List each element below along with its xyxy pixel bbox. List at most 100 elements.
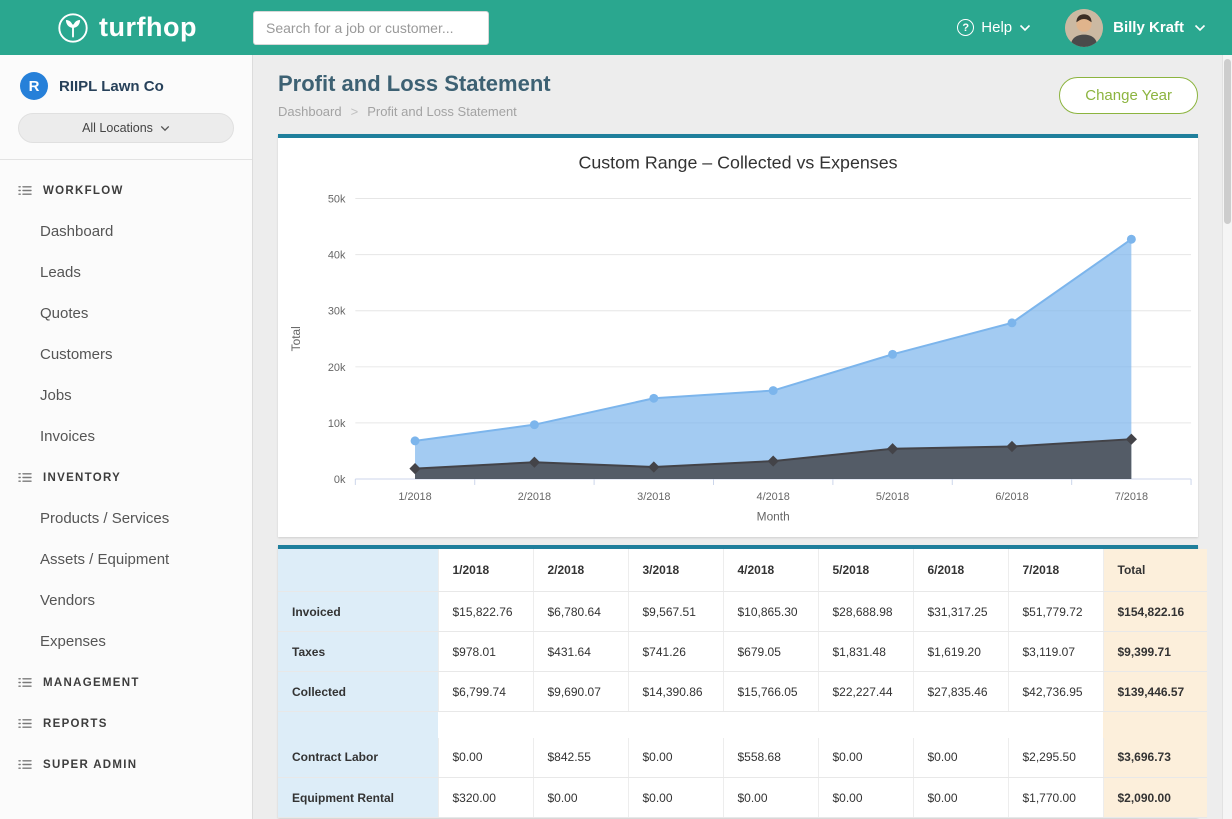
- y-axis-tick-label: 20k: [328, 362, 346, 374]
- area-series-collected: [415, 239, 1131, 479]
- sidebar-item-assets-equipment[interactable]: Assets / Equipment: [0, 539, 252, 580]
- sidebar-section-management[interactable]: MANAGEMENT: [0, 662, 252, 703]
- value-cell: [913, 712, 1008, 738]
- profit-loss-table: 1/20182/20183/20184/20185/20186/20187/20…: [278, 549, 1207, 819]
- sidebar: R RIIPL Lawn Co All Locations WORKFLOWDa…: [0, 55, 253, 819]
- avatar[interactable]: [1065, 9, 1103, 47]
- sidebar-item-invoices[interactable]: Invoices: [0, 416, 252, 457]
- row-label: Collected: [278, 672, 438, 712]
- user-name[interactable]: Billy Kraft: [1113, 19, 1184, 36]
- help-label: Help: [981, 19, 1012, 36]
- sidebar-item-expenses[interactable]: Expenses: [0, 621, 252, 662]
- table-card: 1/20182/20183/20184/20185/20186/20187/20…: [278, 545, 1198, 819]
- sidebar-item-leads[interactable]: Leads: [0, 252, 252, 293]
- value-cell: $0.00: [723, 778, 818, 818]
- value-cell: $9,690.07: [533, 672, 628, 712]
- column-header-7-2018: 7/2018: [1008, 549, 1103, 592]
- sidebar-item-jobs[interactable]: Jobs: [0, 375, 252, 416]
- value-cell: $741.26: [628, 632, 723, 672]
- row-label: Taxes: [278, 632, 438, 672]
- turfhop-logo[interactable]: turfhop: [0, 11, 253, 45]
- row-label: [278, 712, 438, 738]
- locations-dropdown[interactable]: All Locations: [18, 113, 234, 143]
- chevron-down-icon[interactable]: [1194, 19, 1206, 37]
- row-label: Contract Labor: [278, 738, 438, 778]
- sidebar-item-products-services[interactable]: Products / Services: [0, 498, 252, 539]
- column-header-total: Total: [1103, 549, 1207, 592]
- data-point-marker-collected[interactable]: [1127, 235, 1136, 244]
- value-cell: $842.55: [533, 738, 628, 778]
- x-axis-tick-label: 1/2018: [398, 491, 431, 503]
- sidebar-section-super-admin[interactable]: SUPER ADMIN: [0, 744, 252, 785]
- column-header-rowlabel: [278, 549, 438, 592]
- value-cell: [818, 712, 913, 738]
- y-axis-title: Total: [289, 326, 303, 351]
- company-logo: R: [20, 72, 48, 100]
- main-content: Profit and Loss Statement Dashboard > Pr…: [254, 55, 1222, 819]
- help-menu[interactable]: ? Help: [957, 19, 1031, 36]
- table-row-invoiced: Invoiced$15,822.76$6,780.64$9,567.51$10,…: [278, 592, 1207, 632]
- column-header-2-2018: 2/2018: [533, 549, 628, 592]
- data-point-marker-collected[interactable]: [530, 420, 539, 429]
- data-point-marker-collected[interactable]: [888, 350, 897, 359]
- y-axis-tick-label: 40k: [328, 250, 346, 262]
- help-icon: ?: [957, 19, 974, 36]
- value-cell: [628, 712, 723, 738]
- change-year-button[interactable]: Change Year: [1059, 77, 1198, 114]
- value-cell: [438, 712, 533, 738]
- sidebar-item-dashboard[interactable]: Dashboard: [0, 211, 252, 252]
- x-axis-title: Month: [757, 510, 790, 524]
- nav-section-icon: [18, 185, 32, 196]
- value-cell: $558.68: [723, 738, 818, 778]
- y-axis-tick-label: 50k: [328, 193, 346, 205]
- search-input[interactable]: [253, 11, 489, 45]
- column-header-6-2018: 6/2018: [913, 549, 1008, 592]
- sidebar-item-quotes[interactable]: Quotes: [0, 293, 252, 334]
- company-name: RIIPL Lawn Co: [59, 78, 164, 95]
- sidebar-section-inventory[interactable]: INVENTORY: [0, 457, 252, 498]
- data-point-marker-collected[interactable]: [1008, 318, 1017, 327]
- value-cell: [533, 712, 628, 738]
- x-axis-tick-label: 2/2018: [518, 491, 551, 503]
- value-cell: $679.05: [723, 632, 818, 672]
- sidebar-nav: WORKFLOWDashboardLeadsQuotesCustomersJob…: [0, 160, 252, 785]
- value-cell: $0.00: [913, 778, 1008, 818]
- row-label: Equipment Rental: [278, 778, 438, 818]
- breadcrumb: Dashboard > Profit and Loss Statement: [278, 104, 551, 119]
- value-cell: $0.00: [818, 778, 913, 818]
- total-cell: [1103, 712, 1207, 738]
- topbar: turfhop ? Help Billy Kraft: [0, 0, 1232, 55]
- value-cell: $15,822.76: [438, 592, 533, 632]
- locations-label: All Locations: [82, 121, 153, 135]
- scrollbar-thumb[interactable]: [1224, 59, 1231, 224]
- value-cell: $1,831.48: [818, 632, 913, 672]
- sidebar-item-vendors[interactable]: Vendors: [0, 580, 252, 621]
- company-header: R RIIPL Lawn Co: [0, 55, 252, 113]
- value-cell: $431.64: [533, 632, 628, 672]
- data-point-marker-collected[interactable]: [411, 436, 420, 445]
- data-point-marker-collected[interactable]: [649, 394, 658, 403]
- nav-section-icon: [18, 718, 32, 729]
- value-cell: $2,295.50: [1008, 738, 1103, 778]
- sidebar-section-reports[interactable]: REPORTS: [0, 703, 252, 744]
- value-cell: $0.00: [533, 778, 628, 818]
- value-cell: $15,766.05: [723, 672, 818, 712]
- table-row-collected: Collected$6,799.74$9,690.07$14,390.86$15…: [278, 672, 1207, 712]
- value-cell: $10,865.30: [723, 592, 818, 632]
- value-cell: $22,227.44: [818, 672, 913, 712]
- nav-section-icon: [18, 677, 32, 688]
- sidebar-item-customers[interactable]: Customers: [0, 334, 252, 375]
- value-cell: $51,779.72: [1008, 592, 1103, 632]
- column-header-1-2018: 1/2018: [438, 549, 533, 592]
- nav-section-label: REPORTS: [43, 718, 108, 730]
- x-axis-tick-label: 5/2018: [876, 491, 909, 503]
- column-header-4-2018: 4/2018: [723, 549, 818, 592]
- value-cell: $978.01: [438, 632, 533, 672]
- row-label: Invoiced: [278, 592, 438, 632]
- total-cell: $154,822.16: [1103, 592, 1207, 632]
- data-point-marker-collected[interactable]: [769, 386, 778, 395]
- value-cell: $0.00: [818, 738, 913, 778]
- table-spacer-row: [278, 712, 1207, 738]
- breadcrumb-link-dashboard[interactable]: Dashboard: [278, 104, 342, 119]
- sidebar-section-workflow[interactable]: WORKFLOW: [0, 170, 252, 211]
